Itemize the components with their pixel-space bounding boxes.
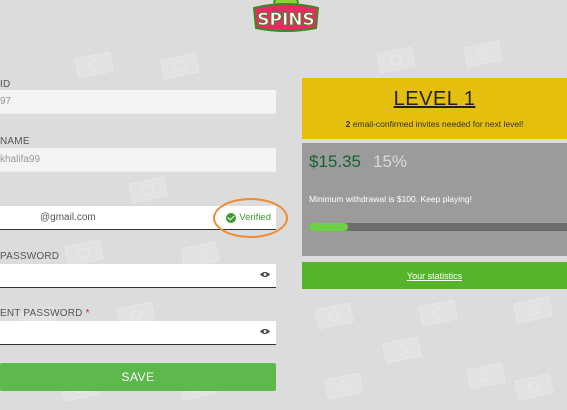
id-label: ID (0, 79, 11, 90)
background-bill (74, 51, 114, 79)
withdrawal-note: Minimum withdrawal is $100. Keep playing… (309, 194, 472, 204)
app-logo: SPINS (246, 0, 326, 34)
background-bill (382, 336, 422, 364)
background-bill (324, 372, 364, 400)
background-bill (160, 52, 200, 80)
save-button[interactable]: SAVE (0, 363, 276, 391)
eye-icon[interactable] (260, 271, 270, 278)
invites-count: 2 (345, 119, 351, 129)
balance-percent: 15% (373, 152, 408, 171)
current-password-input[interactable] (0, 321, 276, 345)
withdrawal-progress-bar (309, 223, 567, 231)
background-bill (376, 46, 416, 74)
verified-highlight-ring (213, 198, 288, 238)
background-bill (466, 362, 506, 390)
statistics-link[interactable]: Your statistics (407, 271, 462, 281)
background-bill (314, 302, 354, 330)
password-label: PASSWORD (0, 251, 60, 262)
password-input[interactable] (0, 264, 276, 288)
level-card: LEVEL 1 2 email-confirmed invites needed… (302, 78, 567, 139)
background-bill (128, 176, 168, 204)
balance-card: $15.35 15% Minimum withdrawal is $100. K… (302, 143, 567, 256)
background-bill (64, 239, 104, 267)
id-value: 97 (0, 96, 12, 107)
required-marker: * (85, 308, 90, 319)
eye-icon[interactable] (260, 328, 270, 335)
statistics-button[interactable]: Your statistics (302, 262, 567, 289)
name-field: khalifa99 (0, 148, 276, 172)
logo-text: SPINS (257, 10, 315, 30)
background-bill (418, 299, 458, 327)
background-bill (513, 296, 553, 324)
withdrawal-progress-fill (309, 223, 348, 231)
current-password-label-text: ENT PASSWORD (0, 308, 83, 319)
current-password-label: ENT PASSWORD * (0, 308, 90, 319)
level-invites-note: 2 email-confirmed invites needed for nex… (302, 119, 567, 129)
background-bill (514, 373, 554, 401)
name-value: khalifa99 (0, 154, 41, 165)
id-field: 97 (0, 90, 276, 114)
level-title: LEVEL 1 (393, 88, 476, 110)
name-label: NAME (0, 136, 30, 147)
background-bill (463, 40, 503, 68)
balance-amount: $15.35 (309, 152, 361, 171)
email-value: @gmail.com (40, 212, 96, 223)
invites-text: email-confirmed invites needed for next … (352, 119, 524, 129)
